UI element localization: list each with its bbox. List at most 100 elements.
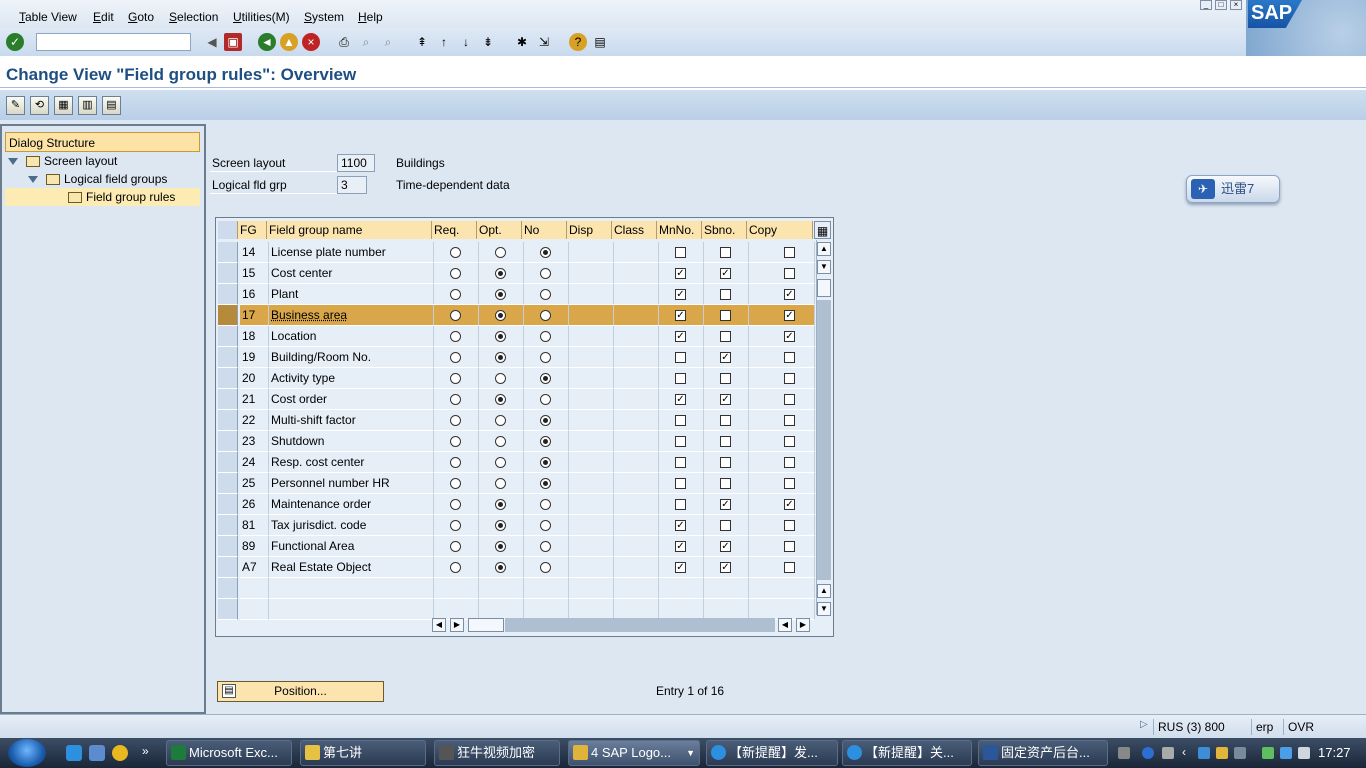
app-quicklaunch-icon[interactable]	[112, 745, 128, 761]
col-mnno[interactable]: MnNo.	[657, 221, 702, 239]
radio-opt[interactable]	[495, 289, 506, 300]
status-expand-icon[interactable]: ▷	[1140, 719, 1148, 730]
cell-name[interactable]: License plate number	[269, 242, 434, 263]
network-tray-icon[interactable]	[1198, 747, 1210, 759]
table-row[interactable]: 16 Plant ✓ ✓	[218, 284, 815, 305]
task-sap-logon[interactable]: 4 SAP Logo... ▼	[568, 740, 700, 766]
col-class[interactable]: Class	[612, 221, 657, 239]
scroll-right-page-icon[interactable]: ▶	[450, 618, 464, 632]
radio-req[interactable]	[450, 541, 461, 552]
row-selector[interactable]	[218, 494, 238, 515]
checkbox-copy[interactable]	[784, 415, 795, 426]
scroll-up-small-icon[interactable]: ▲	[817, 584, 831, 598]
row-selector[interactable]	[218, 284, 238, 305]
radio-no[interactable]	[540, 457, 551, 468]
cell-name[interactable]: Activity type	[269, 368, 434, 389]
menu-system[interactable]: System	[304, 10, 344, 24]
row-selector[interactable]	[218, 242, 238, 263]
checkbox-sb[interactable]	[720, 331, 731, 342]
volume-tray-icon[interactable]	[1298, 747, 1310, 759]
checkbox-sb[interactable]: ✓	[720, 352, 731, 363]
checkbox-mn[interactable]	[675, 415, 686, 426]
first-page-icon[interactable]: ⇞	[413, 33, 431, 51]
other-view-icon[interactable]: ⟲	[30, 96, 49, 115]
collapse-arrow-icon[interactable]: ◀	[203, 33, 221, 51]
radio-req[interactable]	[450, 499, 461, 510]
tray-misc-icon[interactable]	[1162, 747, 1174, 759]
col-req[interactable]: Req.	[432, 221, 477, 239]
radio-no[interactable]	[540, 520, 551, 531]
table-row[interactable]: 21 Cost order ✓ ✓	[218, 389, 815, 410]
task-reminder-1[interactable]: 【新提醒】发...	[706, 740, 838, 766]
hscroll-thumb[interactable]	[468, 618, 504, 632]
checkbox-sb[interactable]: ✓	[720, 268, 731, 279]
scroll-left-icon[interactable]: ◀	[432, 618, 446, 632]
select-all-icon[interactable]: ▦	[54, 96, 73, 115]
cell-name[interactable]: Functional Area	[269, 536, 434, 557]
scroll-right-icon[interactable]: ▶	[796, 618, 810, 632]
checkbox-copy[interactable]: ✓	[784, 499, 795, 510]
table-row[interactable]: 25 Personnel number HR	[218, 473, 815, 494]
radio-no[interactable]	[540, 394, 551, 405]
scroll-left-small-icon[interactable]: ◀	[778, 618, 792, 632]
radio-req[interactable]	[450, 352, 461, 363]
row-selector[interactable]	[218, 326, 238, 347]
checkbox-mn[interactable]: ✓	[675, 520, 686, 531]
table-row[interactable]: A7 Real Estate Object ✓ ✓	[218, 557, 815, 578]
hscroll-track[interactable]	[505, 618, 775, 632]
table-settings-icon[interactable]: ▦	[814, 221, 831, 239]
select-all-header[interactable]	[218, 221, 238, 239]
checkbox-copy[interactable]: ✓	[784, 289, 795, 300]
radio-req[interactable]	[450, 394, 461, 405]
table-row[interactable]: 18 Location ✓ ✓	[218, 326, 815, 347]
checkbox-sb[interactable]	[720, 310, 731, 321]
horizontal-scrollbar[interactable]: ◀ ▶ ◀ ▶	[432, 617, 812, 633]
radio-req[interactable]	[450, 520, 461, 531]
radio-no[interactable]	[540, 415, 551, 426]
minimize-icon[interactable]: _	[1200, 0, 1212, 10]
radio-opt[interactable]	[495, 247, 506, 258]
task-group-dropdown-icon[interactable]: ▼	[686, 741, 695, 765]
table-row[interactable]: 20 Activity type	[218, 368, 815, 389]
cell-name[interactable]: Shutdown	[269, 431, 434, 452]
col-opt[interactable]: Opt.	[477, 221, 522, 239]
checkbox-sb[interactable]	[720, 373, 731, 384]
row-selector[interactable]	[218, 452, 238, 473]
radio-opt[interactable]	[495, 520, 506, 531]
checkbox-sb[interactable]	[720, 520, 731, 531]
row-selector[interactable]	[218, 536, 238, 557]
table-row[interactable]: 89 Functional Area ✓ ✓	[218, 536, 815, 557]
row-selector[interactable]	[218, 578, 238, 599]
radio-req[interactable]	[450, 457, 461, 468]
position-button[interactable]: ▤ Position...	[217, 681, 384, 702]
tree-item-field-group-rules[interactable]: Field group rules	[5, 188, 200, 206]
radio-no[interactable]	[540, 373, 551, 384]
qq-tray-icon[interactable]	[1216, 747, 1228, 759]
checkbox-copy[interactable]	[784, 352, 795, 363]
row-selector[interactable]	[218, 305, 238, 326]
checkbox-sb[interactable]	[720, 415, 731, 426]
checkbox-copy[interactable]	[784, 247, 795, 258]
scroll-up-icon[interactable]: ▲	[817, 242, 831, 256]
next-page-icon[interactable]: ↓	[457, 33, 475, 51]
checkbox-sb[interactable]: ✓	[720, 541, 731, 552]
checkbox-sb[interactable]	[720, 457, 731, 468]
restore-icon[interactable]: □	[1215, 0, 1227, 10]
radio-opt[interactable]	[495, 352, 506, 363]
checkbox-sb[interactable]	[720, 436, 731, 447]
close-window-icon[interactable]: ×	[1230, 0, 1242, 10]
checkbox-copy[interactable]	[784, 268, 795, 279]
checkbox-copy[interactable]	[784, 520, 795, 531]
radio-req[interactable]	[450, 247, 461, 258]
screen-layout-field[interactable]: 1100	[337, 154, 375, 172]
table-row[interactable]: 15 Cost center ✓ ✓	[218, 263, 815, 284]
cell-name[interactable]: Personnel number HR	[269, 473, 434, 494]
xunlei-badge[interactable]: ✈ 迅雷7	[1186, 175, 1280, 203]
menu-help[interactable]: Help	[358, 10, 383, 24]
col-field-group-name[interactable]: Field group name	[267, 221, 432, 239]
checkbox-copy[interactable]	[784, 436, 795, 447]
new-session-icon[interactable]: ✱	[513, 33, 531, 51]
checkbox-mn[interactable]	[675, 247, 686, 258]
status-mode[interactable]: OVR	[1283, 719, 1317, 735]
cell-name[interactable]: Plant	[269, 284, 434, 305]
